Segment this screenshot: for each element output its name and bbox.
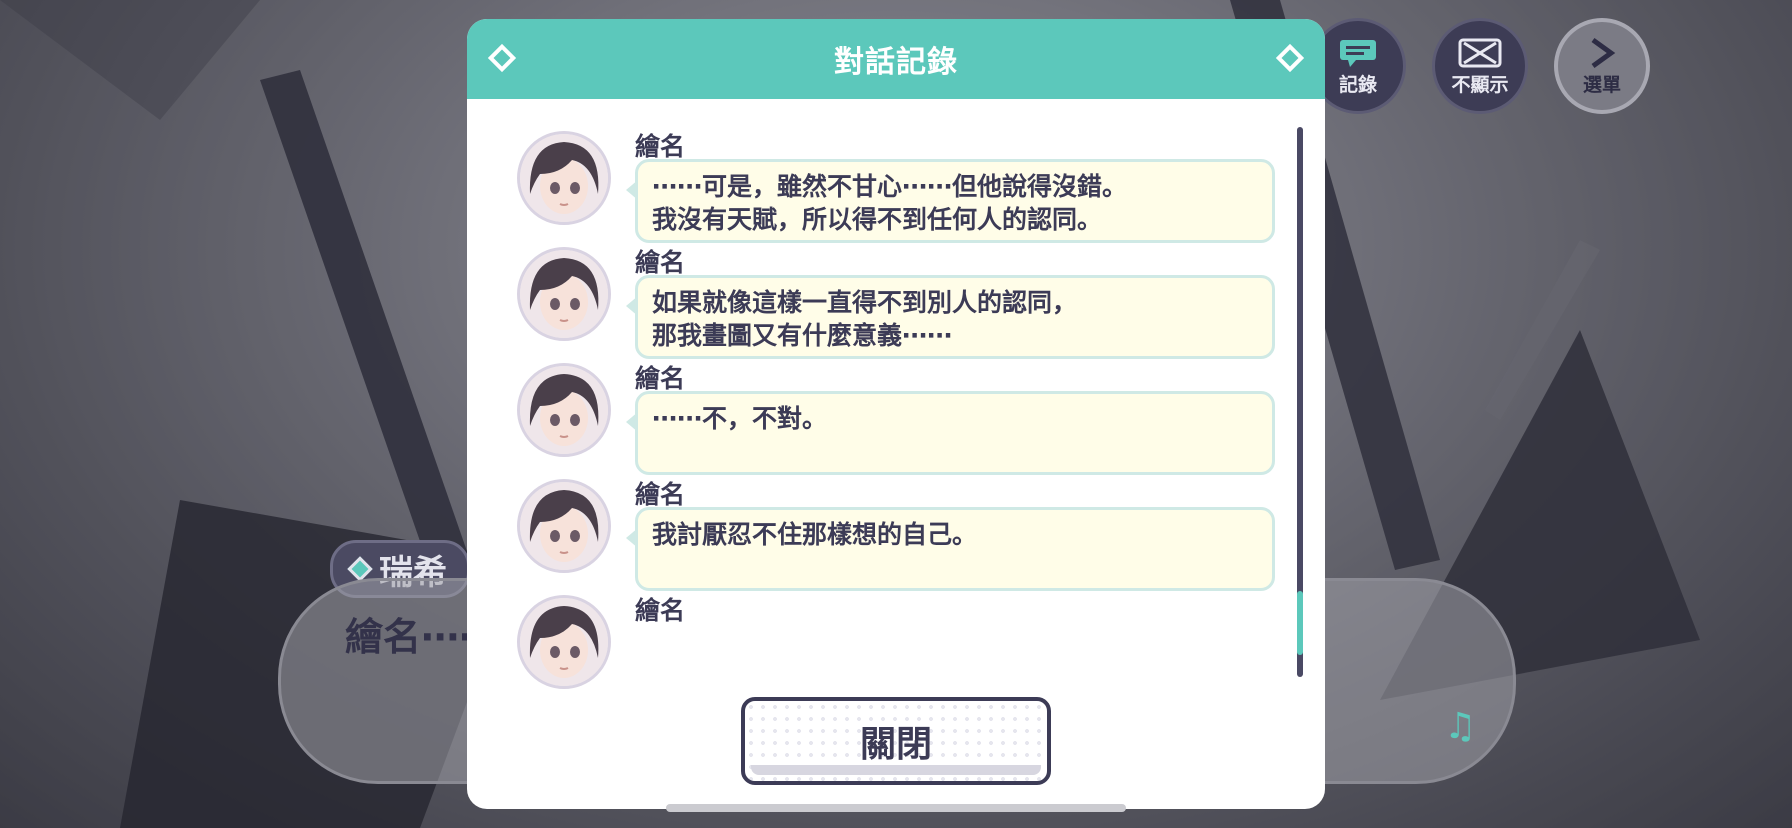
speaker-name: 繪名: [635, 364, 686, 393]
diamond-icon: [1275, 43, 1305, 73]
log-entry: 繪名 ⋯⋯可是，雖然不甘心⋯⋯但他說得沒錯。 我沒有天賦，所以得不到任何人的認同。: [517, 127, 1277, 251]
speech-bubble: 我討厭忍不住那樣想的自己。: [626, 507, 1275, 591]
speech-line: 如果就像這樣一直得不到別人的認同，: [652, 288, 1078, 317]
close-label: 關閉: [859, 724, 932, 765]
log-label: 記錄: [1338, 73, 1377, 96]
speech-line: ⋯⋯可是，雖然不甘心⋯⋯但他說得沒錯。: [652, 172, 1128, 201]
dialogue-log-modal: 對話記錄 繪名 ⋯⋯可是，雖然不甘心⋯⋯但他說得沒錯。 我沒有天賦，所以得不到任何人…: [467, 19, 1325, 809]
hide-icon: [1458, 36, 1502, 70]
speaker-name: 繪名: [635, 480, 686, 509]
speaker-name: 繪名: [635, 132, 686, 161]
hide-ui-button[interactable]: 不顯示: [1432, 18, 1528, 114]
diamond-icon: [487, 43, 517, 73]
close-button[interactable]: 關閉: [741, 697, 1051, 785]
hide-label: 不顯示: [1451, 73, 1509, 96]
speaker-name: 繪名: [635, 596, 686, 625]
speech-line: 我討厭忍不住那樣想的自己。: [652, 520, 978, 549]
speech-line: ⋯⋯不，不對。: [652, 404, 828, 433]
menu-label: 選單: [1582, 73, 1621, 96]
avatar[interactable]: [517, 479, 611, 573]
log-icon: [1338, 36, 1378, 70]
speaker-name: 繪名: [635, 248, 686, 277]
speech-bubble: 如果就像這樣一直得不到別人的認同， 那我畫圖又有什麼意義⋯⋯: [626, 275, 1275, 359]
speech-line: 我沒有天賦，所以得不到任何人的認同。: [652, 205, 1103, 234]
menu-button[interactable]: 選單: [1554, 18, 1650, 114]
log-entry: 繪名 ⋯⋯不，不對。: [517, 359, 1277, 483]
speech-bubble: ⋯⋯不，不對。: [626, 391, 1275, 475]
home-indicator[interactable]: [666, 804, 1126, 812]
log-entry: 繪名我討厭忍不住那樣想的自己。: [517, 475, 1277, 599]
scrollbar-thumb[interactable]: [1297, 591, 1303, 655]
log-entry: 繪名: [517, 591, 1277, 695]
avatar[interactable]: [517, 363, 611, 457]
log-entry: 繪名如果就像這樣一直得不到別人的認同， 那我畫圖又有什麼意義⋯⋯: [517, 243, 1277, 367]
menu-chevron-icon: [1587, 36, 1617, 70]
avatar[interactable]: [517, 595, 611, 689]
dialogue-log-list[interactable]: 繪名 ⋯⋯可是，雖然不甘心⋯⋯但他說得沒錯。 我沒有天賦，所以得不到任何人的認同。 …: [467, 127, 1325, 695]
avatar[interactable]: [517, 131, 611, 225]
speech-bubble: ⋯⋯可是，雖然不甘心⋯⋯但他說得沒錯。 我沒有天賦，所以得不到任何人的認同。: [626, 159, 1275, 243]
modal-header: 對話記錄: [467, 19, 1325, 99]
modal-title: 對話記錄: [834, 45, 958, 80]
music-note-icon[interactable]: ♫: [1444, 706, 1476, 747]
speech-line: 那我畫圖又有什麼意義⋯⋯: [652, 321, 953, 350]
avatar[interactable]: [517, 247, 611, 341]
